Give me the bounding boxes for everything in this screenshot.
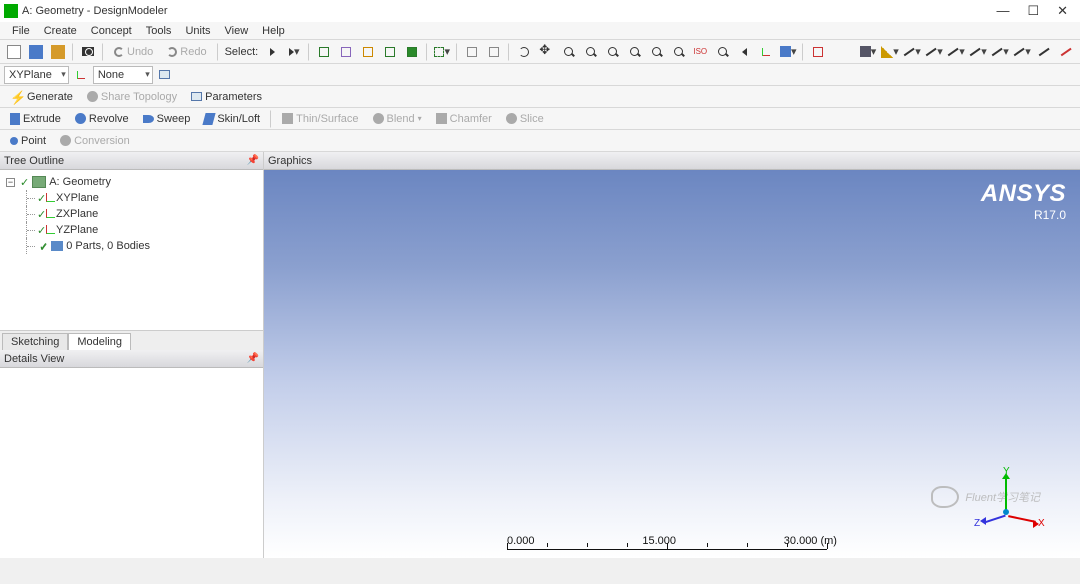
- scale-ruler: 0.00015.00030.000 (m): [507, 535, 837, 550]
- undo-button[interactable]: Undo: [108, 42, 159, 62]
- line7-button[interactable]: [1034, 42, 1054, 62]
- graphics-viewport[interactable]: ANSYS R17.0 Fluent学习笔记 Y X Z 0.00015.000…: [264, 170, 1080, 558]
- slice-button: Slice: [500, 109, 550, 129]
- view-prev-button[interactable]: [734, 42, 754, 62]
- menu-help[interactable]: Help: [256, 25, 291, 37]
- redo-button[interactable]: Redo: [161, 42, 212, 62]
- share-topology-button: Share Topology: [81, 87, 183, 107]
- sel-face-button[interactable]: [358, 42, 378, 62]
- plane-select[interactable]: XYPlane: [4, 66, 69, 84]
- line6-button[interactable]: ▾: [1012, 42, 1032, 62]
- menu-tools[interactable]: Tools: [140, 25, 178, 37]
- export-button[interactable]: [48, 42, 68, 62]
- zoom-in-button[interactable]: [558, 42, 578, 62]
- line1-button[interactable]: ▾: [902, 42, 922, 62]
- select-arrow-button[interactable]: [262, 42, 282, 62]
- tree-item-yzplane[interactable]: YZPlane: [4, 222, 259, 238]
- tab-modeling[interactable]: Modeling: [68, 333, 131, 350]
- blend-button: Blend▾: [367, 109, 428, 129]
- point-button[interactable]: Point: [4, 131, 52, 151]
- menu-file[interactable]: File: [6, 25, 36, 37]
- tree-item-xyplane[interactable]: XYPlane: [4, 190, 259, 206]
- chamfer-button: Chamfer: [430, 109, 498, 129]
- details-view[interactable]: [0, 368, 263, 558]
- minimize-button[interactable]: —: [996, 3, 1009, 19]
- box-select-button[interactable]: ▾: [432, 42, 452, 62]
- toolbar-generate: ⚡Generate Share Topology Parameters: [0, 86, 1080, 108]
- line5-button[interactable]: ▾: [990, 42, 1010, 62]
- close-button[interactable]: ✕: [1057, 3, 1068, 19]
- zoom-out-button[interactable]: [580, 42, 600, 62]
- line3-button[interactable]: ▾: [946, 42, 966, 62]
- title-bar: A: Geometry - DesignModeler — ☐ ✕: [0, 0, 1080, 22]
- menu-concept[interactable]: Concept: [85, 25, 138, 37]
- sel-body-button[interactable]: [380, 42, 400, 62]
- rotate-button[interactable]: [514, 42, 534, 62]
- zoom-sel-button[interactable]: [646, 42, 666, 62]
- left-panel: Tree Outline📌 − ✓ A: Geometry XYPlane ZX…: [0, 152, 264, 558]
- grid2-button[interactable]: [484, 42, 504, 62]
- axes-button[interactable]: [756, 42, 776, 62]
- window-title: A: Geometry - DesignModeler: [22, 5, 996, 17]
- tree-outline[interactable]: − ✓ A: Geometry XYPlane ZXPlane YZPlane …: [0, 170, 263, 330]
- pin-icon[interactable]: 📌: [247, 353, 259, 364]
- pin-icon[interactable]: 📌: [247, 155, 259, 166]
- menu-create[interactable]: Create: [38, 25, 83, 37]
- zoom-prev-button[interactable]: [668, 42, 688, 62]
- maximize-button[interactable]: ☐: [1027, 3, 1039, 19]
- iso-button[interactable]: ISO: [690, 42, 710, 62]
- brand-logo: ANSYS R17.0: [981, 180, 1066, 222]
- line8-button[interactable]: [1056, 42, 1076, 62]
- lookat-button[interactable]: [712, 42, 732, 62]
- new-sketch-button[interactable]: [155, 65, 175, 85]
- new-plane-button[interactable]: [71, 65, 91, 85]
- line2-button[interactable]: ▾: [924, 42, 944, 62]
- grid-button[interactable]: [462, 42, 482, 62]
- display-button[interactable]: ▾: [778, 42, 798, 62]
- revolve-button[interactable]: Revolve: [69, 109, 135, 129]
- pan-button[interactable]: ✥: [536, 42, 556, 62]
- axis-triad[interactable]: Y X Z: [970, 466, 1040, 536]
- zoom-fit-button[interactable]: [624, 42, 644, 62]
- extrude-button[interactable]: Extrude: [4, 109, 67, 129]
- menu-bar: File Create Concept Tools Units View Hel…: [0, 22, 1080, 40]
- sketch-select[interactable]: None: [93, 66, 153, 84]
- new-button[interactable]: [4, 42, 24, 62]
- tree-item-parts[interactable]: ✓0 Parts, 0 Bodies: [4, 238, 259, 254]
- sel-body-fill-button[interactable]: [402, 42, 422, 62]
- menu-units[interactable]: Units: [179, 25, 216, 37]
- save-button[interactable]: [26, 42, 46, 62]
- toolbar-plane: XYPlane None: [0, 64, 1080, 86]
- shade1-button[interactable]: ▾: [858, 42, 878, 62]
- select-label: Select:: [223, 46, 261, 58]
- menu-view[interactable]: View: [219, 25, 255, 37]
- wechat-icon: [931, 486, 959, 508]
- sel-point-button[interactable]: [314, 42, 334, 62]
- line4-button[interactable]: ▾: [968, 42, 988, 62]
- app-icon: [4, 4, 18, 18]
- tree-tabs: Sketching Modeling: [0, 330, 263, 350]
- zoom-box-button[interactable]: [602, 42, 622, 62]
- details-view-header: Details View📌: [0, 350, 263, 368]
- toolbar-features: Extrude Revolve Sweep Skin/Loft Thin/Sur…: [0, 108, 1080, 130]
- graphics-header: Graphics: [264, 152, 1080, 170]
- toolbar-point: Point Conversion: [0, 130, 1080, 152]
- toggle-button[interactable]: [808, 42, 828, 62]
- tree-root[interactable]: − ✓ A: Geometry: [4, 174, 259, 190]
- tree-outline-header: Tree Outline📌: [0, 152, 263, 170]
- sweep-button[interactable]: Sweep: [137, 109, 197, 129]
- thin-surface-button: Thin/Surface: [276, 109, 364, 129]
- tab-sketching[interactable]: Sketching: [2, 333, 68, 350]
- toolbar-main: Undo Redo Select: ▾ ▾ ✥ ISO ▾ ▾ ▾ ▾ ▾ ▾ …: [0, 40, 1080, 64]
- conversion-button: Conversion: [54, 131, 136, 151]
- generate-button[interactable]: ⚡Generate: [4, 87, 79, 107]
- parameters-button[interactable]: Parameters: [185, 87, 268, 107]
- sel-edge-button[interactable]: [336, 42, 356, 62]
- select-arrow2-button[interactable]: ▾: [284, 42, 304, 62]
- screenshot-button[interactable]: [78, 42, 98, 62]
- skinloft-button[interactable]: Skin/Loft: [198, 109, 266, 129]
- tree-item-zxplane[interactable]: ZXPlane: [4, 206, 259, 222]
- shade2-button[interactable]: ▾: [880, 42, 900, 62]
